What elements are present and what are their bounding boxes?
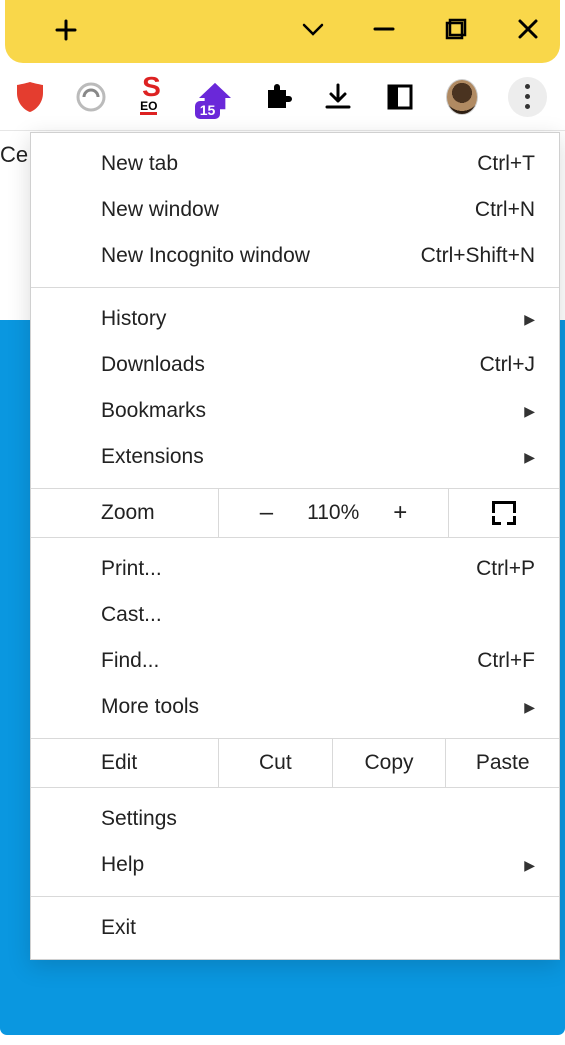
menu-print[interactable]: Print... Ctrl+P xyxy=(31,546,559,592)
menu-label: New tab xyxy=(101,152,477,176)
zoom-value: 110% xyxy=(307,501,359,525)
menu-label: New Incognito window xyxy=(101,244,421,268)
new-tab-button[interactable] xyxy=(55,15,77,49)
menu-label: History xyxy=(101,307,524,331)
shield-ext-icon[interactable] xyxy=(14,81,46,113)
menu-extensions[interactable]: Extensions ▶ xyxy=(31,434,559,480)
edit-cut-button[interactable]: Cut xyxy=(219,739,333,787)
zoom-controls: – 110% + xyxy=(219,489,449,537)
menu-label: Settings xyxy=(101,807,535,831)
submenu-arrow-icon: ▶ xyxy=(524,403,535,420)
edit-label: Edit xyxy=(31,739,219,787)
fullscreen-icon xyxy=(492,501,516,525)
browser-main-menu: New tab Ctrl+T New window Ctrl+N New Inc… xyxy=(30,132,560,960)
edit-copy-button[interactable]: Copy xyxy=(333,739,447,787)
close-button[interactable] xyxy=(516,17,540,47)
profile-avatar[interactable] xyxy=(446,81,478,113)
menu-new-window[interactable]: New window Ctrl+N xyxy=(31,187,559,233)
more-menu-button[interactable] xyxy=(508,77,547,117)
menu-label: New window xyxy=(101,198,475,222)
menu-label: Bookmarks xyxy=(101,399,524,423)
menu-downloads[interactable]: Downloads Ctrl+J xyxy=(31,342,559,388)
menu-new-tab[interactable]: New tab Ctrl+T xyxy=(31,141,559,187)
tabs-dropdown-icon[interactable] xyxy=(302,21,324,43)
page-content-fragment: Ce xyxy=(0,132,30,168)
menu-shortcut: Ctrl+Shift+N xyxy=(421,244,535,268)
zoom-in-button[interactable]: + xyxy=(385,499,415,527)
menu-new-incognito[interactable]: New Incognito window Ctrl+Shift+N xyxy=(31,233,559,279)
seo-ext-icon[interactable]: S EO xyxy=(137,81,169,113)
window-titlebar xyxy=(5,0,560,63)
menu-label: More tools xyxy=(101,695,524,719)
extension-badge: 15 xyxy=(195,101,221,119)
menu-label: Find... xyxy=(101,649,477,673)
edit-paste-button[interactable]: Paste xyxy=(446,739,559,787)
submenu-arrow-icon: ▶ xyxy=(524,857,535,874)
menu-exit[interactable]: Exit xyxy=(31,905,559,951)
zoom-out-button[interactable]: – xyxy=(252,499,281,527)
menu-shortcut: Ctrl+T xyxy=(477,152,535,176)
menu-label: Extensions xyxy=(101,445,524,469)
menu-shortcut: Ctrl+P xyxy=(476,557,535,581)
menu-shortcut: Ctrl+N xyxy=(475,198,535,222)
menu-shortcut: Ctrl+J xyxy=(480,353,535,377)
menu-find[interactable]: Find... Ctrl+F xyxy=(31,638,559,684)
similarweb-icon[interactable] xyxy=(76,81,108,113)
zoom-label: Zoom xyxy=(31,489,219,537)
submenu-arrow-icon: ▶ xyxy=(524,699,535,716)
extensions-puzzle-icon[interactable] xyxy=(261,81,293,113)
menu-label: Exit xyxy=(101,916,535,940)
menu-help[interactable]: Help ▶ xyxy=(31,842,559,888)
maximize-button[interactable] xyxy=(444,17,468,47)
browser-toolbar: S EO 15 xyxy=(0,63,565,131)
menu-label: Print... xyxy=(101,557,476,581)
fullscreen-button[interactable] xyxy=(449,489,559,537)
edit-row: Edit Cut Copy Paste xyxy=(31,738,559,788)
menu-label: Help xyxy=(101,853,524,877)
menu-label: Cast... xyxy=(101,603,535,627)
zoom-row: Zoom – 110% + xyxy=(31,488,559,538)
menu-cast[interactable]: Cast... xyxy=(31,592,559,638)
menu-settings[interactable]: Settings xyxy=(31,796,559,842)
sidepanel-icon[interactable] xyxy=(384,81,416,113)
minimize-button[interactable] xyxy=(372,17,396,47)
menu-label: Downloads xyxy=(101,353,480,377)
menu-more-tools[interactable]: More tools ▶ xyxy=(31,684,559,730)
submenu-arrow-icon: ▶ xyxy=(524,449,535,466)
menu-history[interactable]: History ▶ xyxy=(31,296,559,342)
submenu-arrow-icon: ▶ xyxy=(524,311,535,328)
menu-shortcut: Ctrl+F xyxy=(477,649,535,673)
download-icon[interactable] xyxy=(322,81,354,113)
home-ext-icon[interactable]: 15 xyxy=(199,81,231,113)
menu-bookmarks[interactable]: Bookmarks ▶ xyxy=(31,388,559,434)
